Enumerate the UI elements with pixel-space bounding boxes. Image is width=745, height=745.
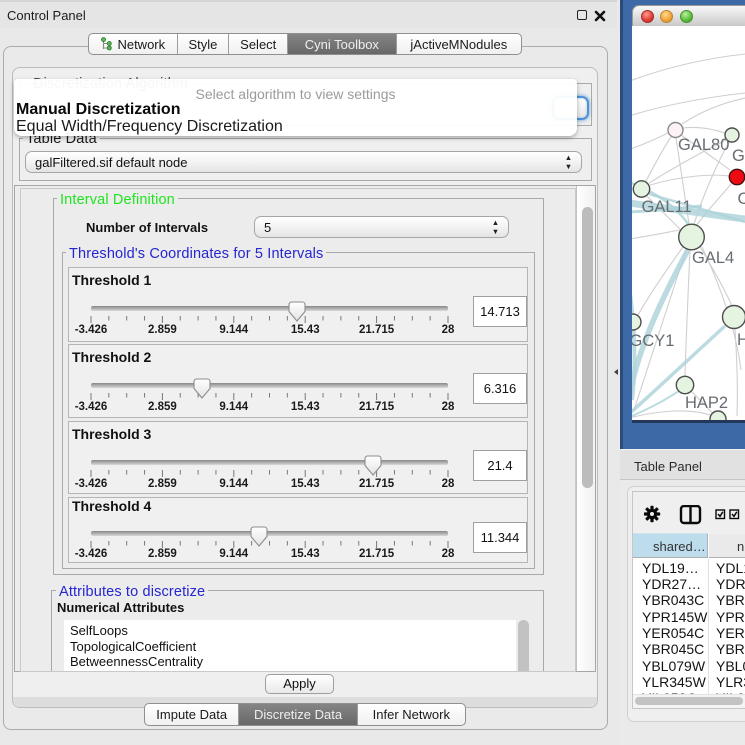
svg-text:GA: GA	[732, 147, 745, 165]
svg-text:GAL11: GAL11	[642, 198, 692, 216]
svg-text:HAP2: HAP2	[685, 394, 728, 412]
svg-text:GAL80: GAL80	[678, 136, 729, 154]
svg-text:H: H	[737, 331, 745, 349]
svg-text:GAL4: GAL4	[692, 249, 734, 267]
svg-text:C: C	[738, 190, 745, 208]
svg-text:GCY1: GCY1	[632, 332, 674, 350]
